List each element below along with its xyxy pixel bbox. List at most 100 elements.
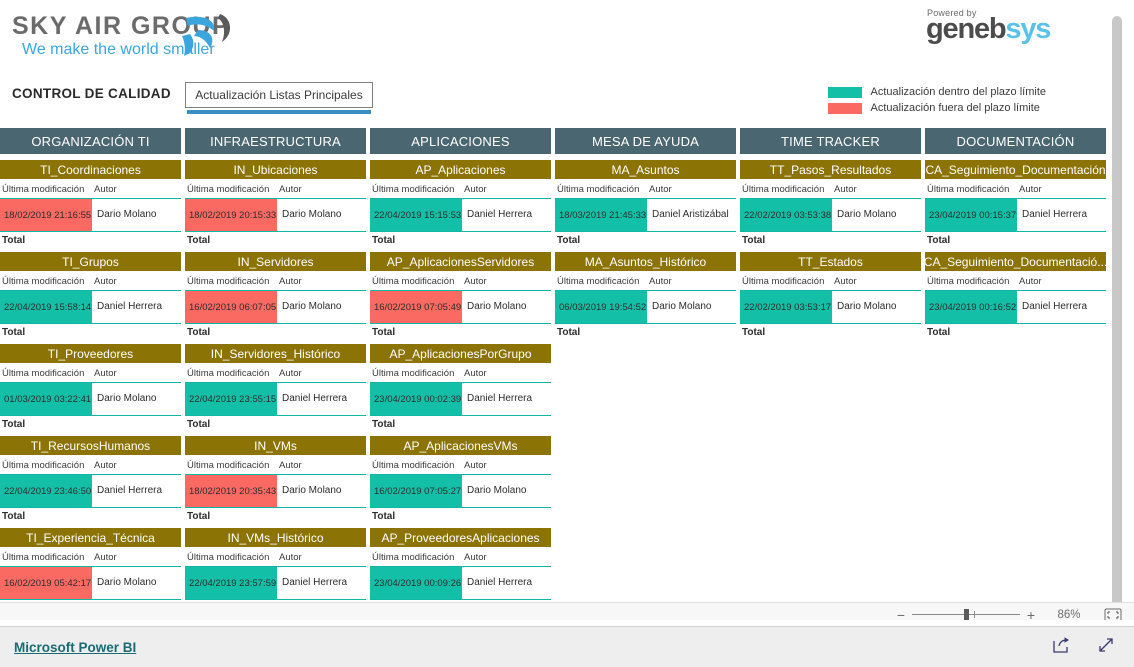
zoom-slider-tick <box>974 610 975 618</box>
table-card[interactable]: TI_Coordinaciones Última modificación Auto… <box>0 160 181 246</box>
status-badge: 22/04/2019 15:15:53 <box>370 199 462 231</box>
card-column-headers: Última modificación Autor <box>925 179 1106 198</box>
table-card[interactable]: IN_Servidores Última modificación Autor 16/… <box>185 252 366 338</box>
column-1: ORGANIZACIÓN TI TI_Coordinaciones Última m… <box>0 128 181 614</box>
table-row[interactable]: 23/04/2019 00:16:52 Daniel Herrera <box>925 290 1106 324</box>
table-row[interactable]: 18/02/2019 20:15:33 Dario Molano <box>185 198 366 232</box>
card-title: TI_RecursosHumanos <box>0 436 181 455</box>
table-row[interactable]: 18/03/2019 21:45:33 Daniel Aristizábal <box>555 198 736 232</box>
table-row[interactable]: 22/02/2019 03:53:38 Dario Molano <box>740 198 921 232</box>
fit-to-page-icon[interactable] <box>1104 608 1122 620</box>
table-card[interactable]: AP_AplicacionesVMs Última modificación Aut… <box>370 436 551 522</box>
table-card[interactable]: IN_VMs Última modificación Autor 18/02/2019… <box>185 436 366 522</box>
column-header-last-modified: Última modificación <box>187 552 270 563</box>
table-row[interactable]: 22/02/2019 03:53:17 Dario Molano <box>740 290 921 324</box>
zoom-slider-thumb[interactable] <box>964 608 969 620</box>
card-title: IN_VMs <box>185 436 366 455</box>
table-card[interactable]: MA_Asuntos_Histórico Última modificación A… <box>555 252 736 338</box>
table-row[interactable]: 06/03/2019 19:54:52 Dario Molano <box>555 290 736 324</box>
column-header-last-modified: Última modificación <box>557 184 640 195</box>
column-header-author: Autor <box>279 276 302 287</box>
column-header-author: Autor <box>94 460 117 471</box>
table-row[interactable]: 16/02/2019 05:42:17 Dario Molano <box>0 566 181 600</box>
zoom-in-button[interactable]: + <box>1024 608 1038 621</box>
fullscreen-icon[interactable] <box>1097 636 1116 659</box>
table-row[interactable]: 23/04/2019 00:09:26 Daniel Herrera <box>370 566 551 600</box>
table-row[interactable]: 22/04/2019 23:57:59 Daniel Herrera <box>185 566 366 600</box>
column-header-author: Autor <box>464 368 487 379</box>
tab-actualizacion-listas-principales[interactable]: Actualización Listas Principales <box>185 82 373 108</box>
table-card[interactable]: TT_Pasos_Resultados Última modificación Au… <box>740 160 921 246</box>
column-header-author: Autor <box>94 184 117 195</box>
table-row[interactable]: 22/04/2019 23:46:50 Daniel Herrera <box>0 474 181 508</box>
share-icon[interactable] <box>1052 636 1071 659</box>
column-header: TIME TRACKER <box>740 128 921 154</box>
legend-item-on-time: Actualización dentro del plazo límite <box>827 84 1046 100</box>
card-title: AP_AplicacionesPorGrupo <box>370 344 551 363</box>
card-total-label: Total <box>2 327 26 338</box>
status-badge: 01/03/2019 03:22:41 <box>0 383 92 415</box>
author-cell: Dario Molano <box>282 485 342 497</box>
author-cell: Dario Molano <box>97 393 157 405</box>
column-header-last-modified: Última modificación <box>2 552 85 563</box>
column-header: DOCUMENTACIÓN <box>925 128 1106 154</box>
table-row[interactable]: 01/03/2019 03:22:41 Dario Molano <box>0 382 181 416</box>
column-header-last-modified: Última modificación <box>187 460 270 471</box>
column-header-author: Autor <box>1019 184 1042 195</box>
card-total-label: Total <box>372 419 396 430</box>
card-title: AP_AplicacionesServidores <box>370 252 551 271</box>
status-badge: 23/04/2019 00:16:52 <box>925 291 1017 323</box>
table-row[interactable]: 22/04/2019 15:15:53 Daniel Herrera <box>370 198 551 232</box>
table-row[interactable]: 16/02/2019 07:05:49 Dario Molano <box>370 290 551 324</box>
author-cell: Dario Molano <box>837 209 897 221</box>
card-title: TI_Coordinaciones <box>0 160 181 179</box>
table-row[interactable]: 16/02/2019 07:05:27 Dario Molano <box>370 474 551 508</box>
column-header-last-modified: Última modificación <box>557 276 640 287</box>
column-header-author: Autor <box>464 184 487 195</box>
table-card[interactable]: AP_AplicacionesPorGrupo Última modificaci… <box>370 344 551 430</box>
table-card[interactable]: MA_Asuntos Última modificación Autor 18/03/… <box>555 160 736 246</box>
table-row[interactable]: 22/04/2019 15:58:14 Daniel Herrera <box>0 290 181 324</box>
card-total-label: Total <box>2 235 26 246</box>
author-cell: Dario Molano <box>652 301 712 313</box>
table-card[interactable]: IN_Ubicaciones Última modificación Autor 18… <box>185 160 366 246</box>
table-row[interactable]: 18/02/2019 20:35:43 Dario Molano <box>185 474 366 508</box>
column-2: INFRAESTRUCTURA IN_Ubicaciones Última modi… <box>185 128 366 614</box>
table-row[interactable]: 22/04/2019 23:55:15 Daniel Herrera <box>185 382 366 416</box>
table-card[interactable]: IN_Servidores_Histórico Última modificaci… <box>185 344 366 430</box>
microsoft-power-bi-link[interactable]: Microsoft Power BI <box>14 640 136 655</box>
card-column-headers: Última modificación Autor <box>555 179 736 198</box>
column-header-author: Autor <box>94 276 117 287</box>
column-header-last-modified: Última modificación <box>187 184 270 195</box>
status-badge: 22/04/2019 23:55:15 <box>185 383 277 415</box>
card-column-headers: Última modificación Autor <box>0 363 181 382</box>
table-card[interactable]: TI_RecursosHumanos Última modificación Aut… <box>0 436 181 522</box>
column-4: MESA DE AYUDA MA_Asuntos Última modificaci… <box>555 128 736 613</box>
table-card[interactable]: TT_Estados Última modificación Autor 22/02/… <box>740 252 921 338</box>
status-badge: 22/04/2019 23:57:59 <box>185 567 277 599</box>
report-scrollbar-track[interactable] <box>1112 8 1128 610</box>
card-total-label: Total <box>187 419 211 430</box>
author-cell: Dario Molano <box>467 301 527 313</box>
table-row[interactable]: 16/02/2019 06:07:05 Dario Molano <box>185 290 366 324</box>
column-header-author: Autor <box>464 276 487 287</box>
column-header-last-modified: Última modificación <box>372 552 455 563</box>
table-row[interactable]: 23/04/2019 00:02:39 Daniel Herrera <box>370 382 551 416</box>
status-badge: 18/02/2019 21:16:55 <box>0 199 92 231</box>
table-card[interactable]: CA_Seguimiento_Documentación Última modif… <box>925 160 1106 246</box>
zoom-slider[interactable] <box>912 608 1020 620</box>
table-row[interactable]: 23/04/2019 00:15:37 Daniel Herrera <box>925 198 1106 232</box>
zoom-out-button[interactable]: − <box>894 608 908 621</box>
card-title: TI_Proveedores <box>0 344 181 363</box>
table-card[interactable]: TI_Proveedores Última modificación Autor 01… <box>0 344 181 430</box>
table-card[interactable]: AP_Aplicaciones Última modificación Autor 2… <box>370 160 551 246</box>
table-card[interactable]: AP_AplicacionesServidores Última modifica… <box>370 252 551 338</box>
card-column-headers: Última modificación Autor <box>740 271 921 290</box>
report-scrollbar-thumb[interactable] <box>1112 16 1122 610</box>
table-card[interactable]: CA_Seguimiento_Documentació... Última mod… <box>925 252 1106 338</box>
card-title: MA_Asuntos <box>555 160 736 179</box>
author-cell: Daniel Herrera <box>282 577 348 589</box>
table-row[interactable]: 18/02/2019 21:16:55 Dario Molano <box>0 198 181 232</box>
column-header-author: Autor <box>464 460 487 471</box>
table-card[interactable]: TI_Grupos Última modificación Autor 22/04/2… <box>0 252 181 338</box>
